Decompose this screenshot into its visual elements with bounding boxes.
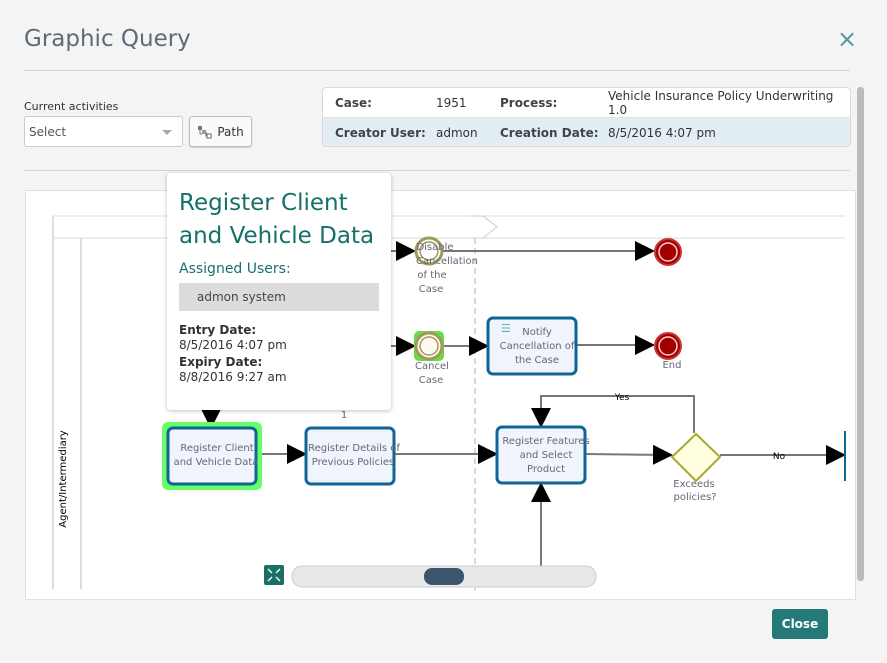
case-value: 1951: [436, 95, 467, 110]
current-activities-label: Current activities: [24, 100, 119, 113]
gateway-exceeds-policies[interactable]: Exceeds policies?: [670, 432, 722, 503]
scrollbar[interactable]: [857, 87, 864, 581]
event-disable-cancellation[interactable]: Disable Cancellation of the Case: [414, 236, 478, 295]
svg-text:DisableCancellationof theCase: Disable Cancellation of the Case: [416, 242, 478, 295]
flow-label-yes: Yes: [614, 393, 630, 403]
path-icon: [198, 125, 212, 138]
process-value: Vehicle Insurance Policy Underwriting 1.…: [608, 88, 834, 117]
instance-count: 1: [341, 410, 347, 421]
milestone-marker: [471, 215, 498, 239]
chevron-down-icon: [162, 130, 172, 135]
svg-text:CancelCase: Cancel Case: [415, 361, 449, 386]
expiry-date-value: 8/8/2016 9:27 am: [179, 370, 287, 384]
creation-date-value: 8/5/2016 4:07 pm: [608, 125, 716, 140]
divider: [24, 70, 850, 71]
svg-text:Exceedspolicies?: Exceeds policies?: [673, 479, 716, 503]
event-cancel-case[interactable]: Cancel Case: [414, 331, 449, 386]
expiry-date-label: Expiry Date:: [179, 355, 263, 369]
scrollbar-thumb: [424, 568, 464, 585]
case-label: Case:: [335, 95, 372, 110]
fit-button[interactable]: [264, 565, 284, 585]
creator-label: Creator User:: [335, 125, 426, 140]
assigned-users-label: Assigned Users:: [179, 261, 291, 277]
end-event[interactable]: [654, 238, 682, 266]
task-register-features[interactable]: Register Features and Select Product: [495, 425, 590, 485]
entry-date-value: 8/5/2016 4:07 pm: [179, 338, 287, 352]
lane-label: Agent/Intermediary: [58, 430, 69, 528]
entry-date-label: Entry Date:: [179, 323, 257, 337]
task-notify-cancellation[interactable]: ☰ Notify Cancellation of the Case: [486, 316, 578, 376]
task-register-details[interactable]: Register Details of Previous Policies: [304, 426, 400, 486]
process-diagram: Agent/Intermediary Disable Cancellation of…: [52, 215, 846, 591]
process-label: Process:: [500, 95, 558, 110]
diagram-canvas: Agent/Intermediary Disable Cancellation of…: [25, 190, 856, 600]
divider: [24, 170, 850, 171]
script-icon: ☰: [501, 322, 511, 335]
assigned-users: admon system: [179, 283, 379, 311]
flow-label-no: No: [773, 452, 786, 462]
select-value: Select: [29, 125, 67, 139]
close-icon[interactable]: ×: [836, 27, 858, 51]
tooltip-title: Register Client and Vehicle Data: [179, 190, 375, 249]
dialog-title: Graphic Query: [24, 26, 191, 52]
task-register-client[interactable]: Register Client and Vehicle Data: [162, 422, 262, 490]
case-info-table: Case: 1951 Process: Vehicle Insurance Po…: [322, 87, 851, 147]
path-button[interactable]: Path: [189, 116, 252, 147]
path-label: Path: [217, 124, 244, 139]
activity-tooltip: Register Client and Vehicle Data Assigne…: [167, 173, 391, 410]
svg-text:End: End: [662, 360, 681, 371]
current-activities-select[interactable]: Select: [24, 116, 183, 147]
end-event[interactable]: End: [654, 332, 682, 371]
close-button[interactable]: Close: [772, 609, 828, 639]
creation-date-label: Creation Date:: [500, 125, 599, 140]
creator-value: admon: [436, 125, 478, 140]
